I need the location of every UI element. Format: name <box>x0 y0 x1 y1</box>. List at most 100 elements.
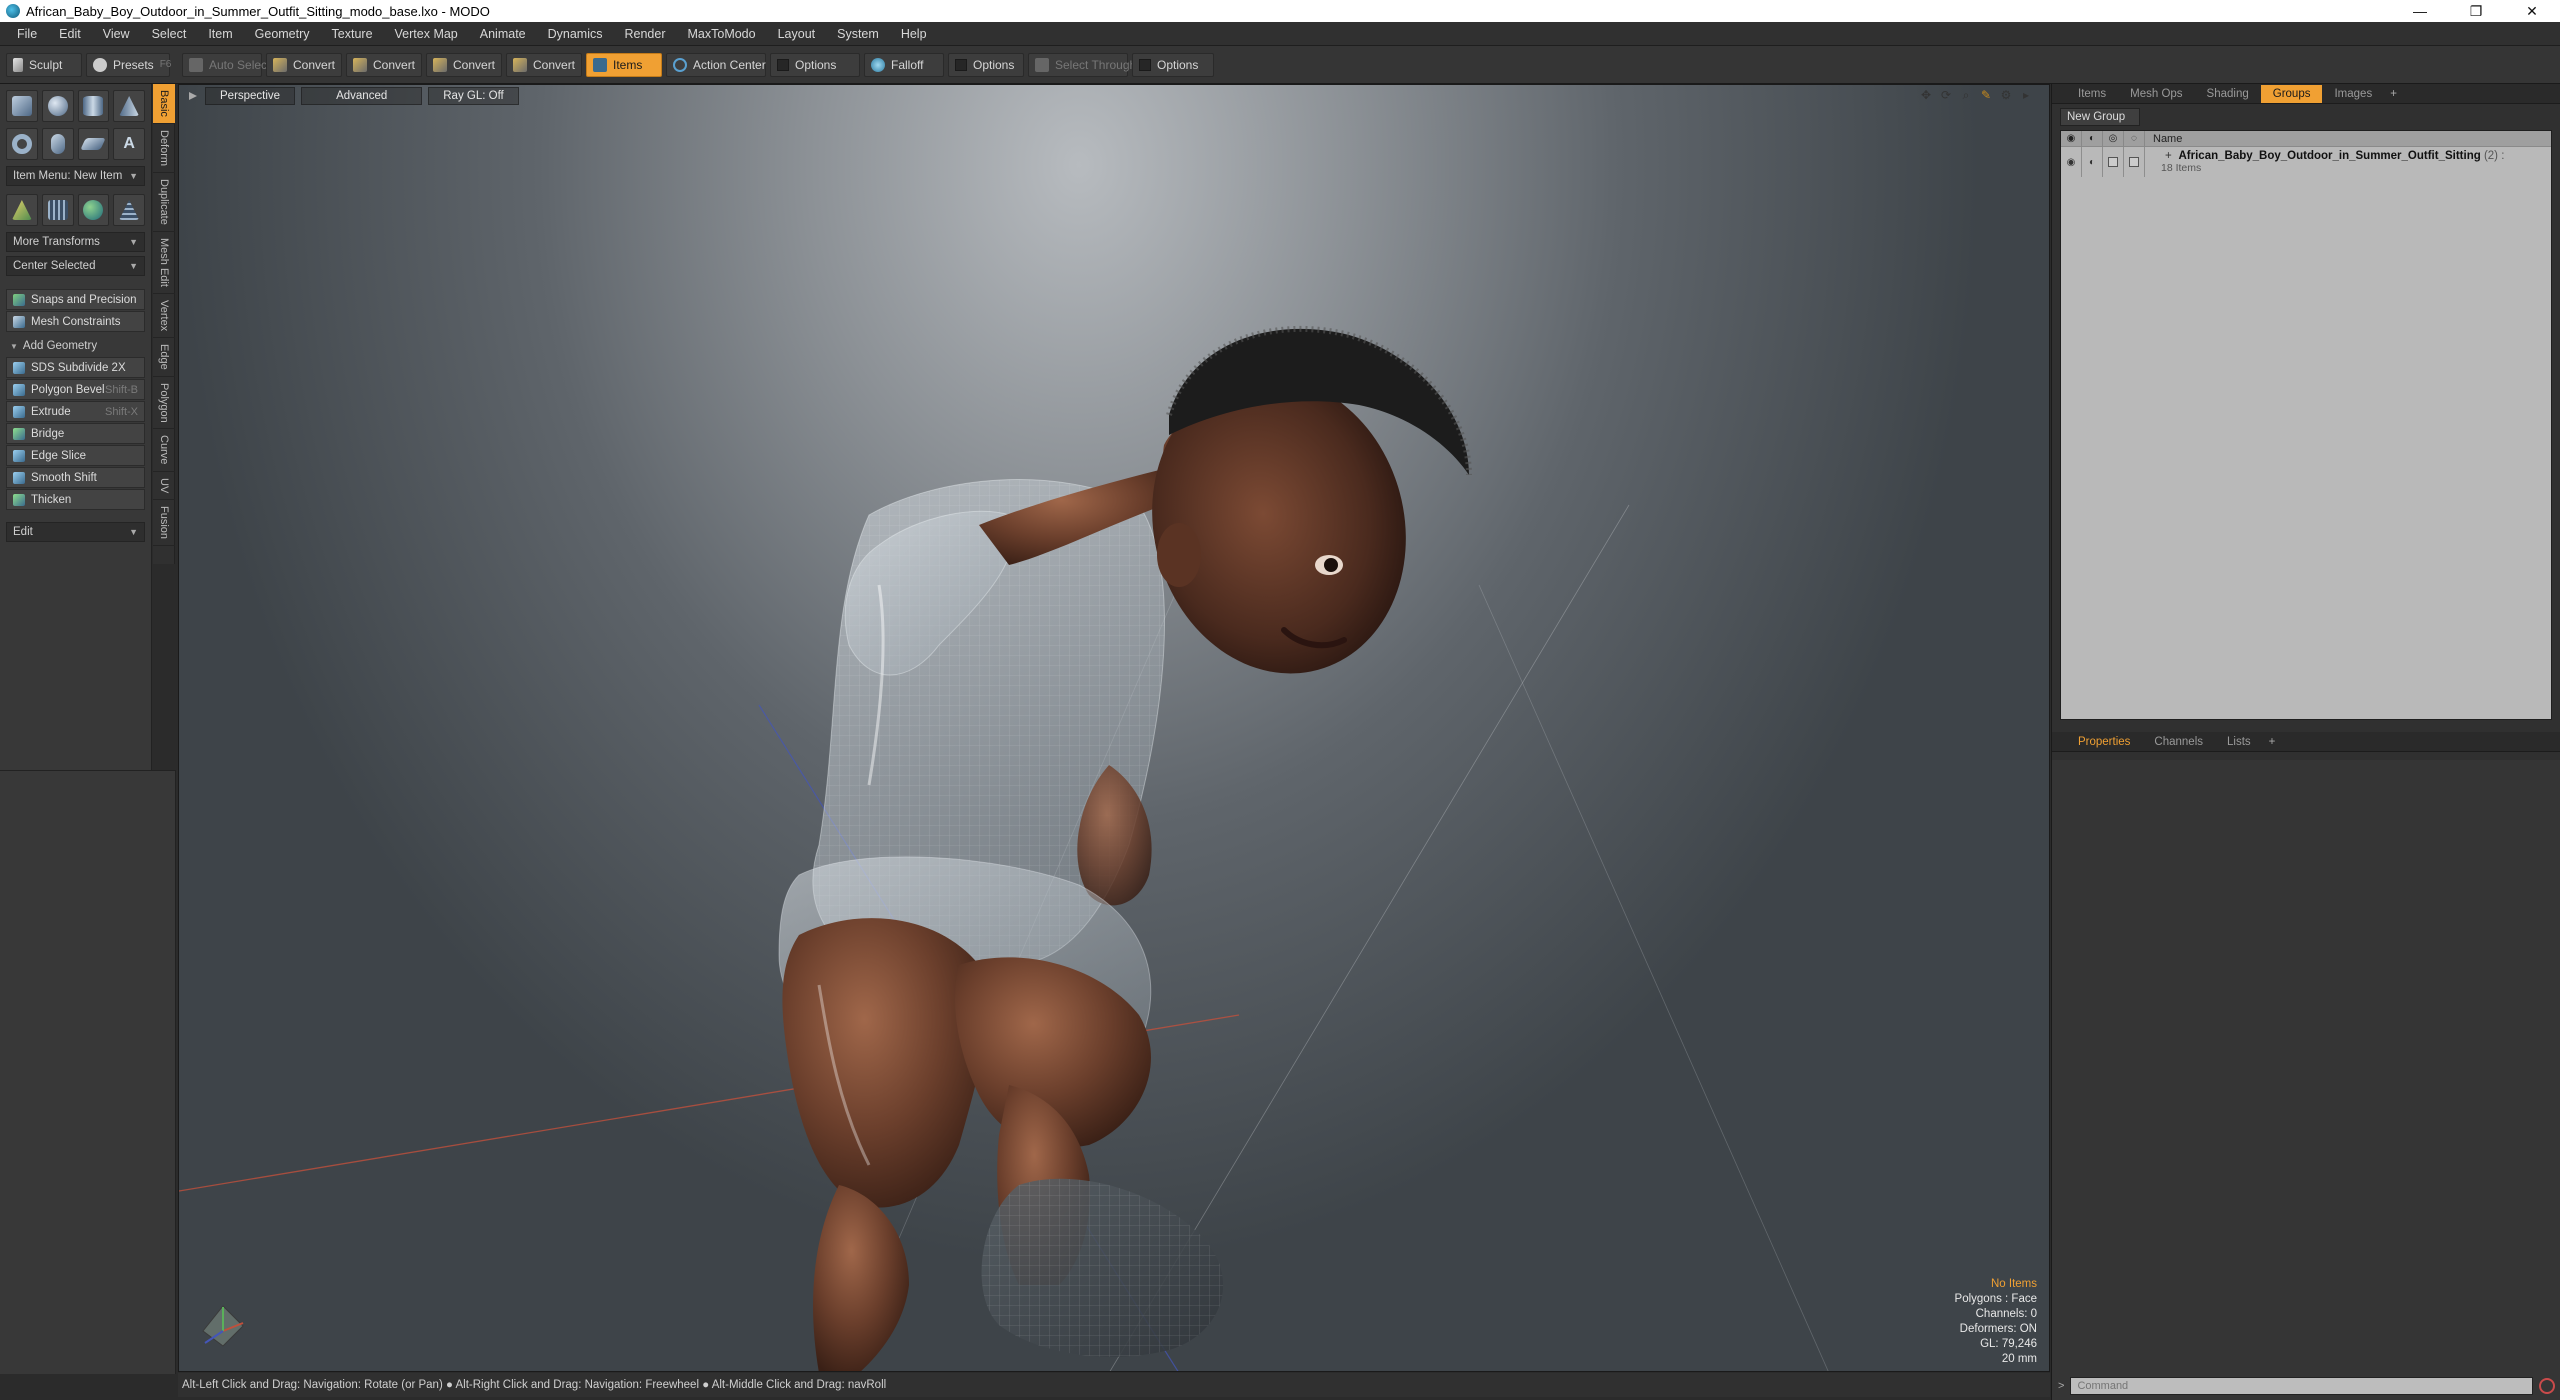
locator-tool[interactable] <box>6 194 38 226</box>
add-prop-tab-button[interactable]: + <box>2263 733 2282 751</box>
tab-mesh-edit[interactable]: Mesh Edit <box>153 232 175 294</box>
sculpt-button[interactable]: Sculpt <box>6 52 82 77</box>
plane-tool[interactable] <box>77 128 110 160</box>
center-selected-dropdown[interactable]: Center Selected ▼ <box>6 256 145 276</box>
menu-render[interactable]: Render <box>614 27 677 41</box>
convert-vertices-button[interactable]: Convert <box>266 52 342 77</box>
maximize-button[interactable]: ❐ <box>2448 0 2504 22</box>
bridge-button[interactable]: Bridge <box>6 423 145 444</box>
select-through-button[interactable]: Select Through <box>1028 52 1136 77</box>
options-checkbox-3[interactable] <box>1139 58 1151 71</box>
tab-uv[interactable]: UV <box>153 472 175 501</box>
options-checkbox-2[interactable] <box>955 58 967 71</box>
polygon-bevel-button[interactable]: Polygon Bevel Shift-B <box>6 379 145 400</box>
lock-toggle[interactable] <box>2103 147 2124 177</box>
tab-images[interactable]: Images <box>2322 85 2384 103</box>
options-button-3[interactable]: Options <box>1132 52 1214 77</box>
falloff-button[interactable]: Falloff <box>864 52 944 77</box>
menu-view[interactable]: View <box>92 27 141 41</box>
tab-groups[interactable]: Groups <box>2260 84 2323 103</box>
convert-materials-button[interactable]: Convert <box>506 52 582 77</box>
menu-geometry[interactable]: Geometry <box>244 27 321 41</box>
lock-checkbox[interactable] <box>2108 157 2118 167</box>
tab-mesh-ops[interactable]: Mesh Ops <box>2118 85 2194 103</box>
options-checkbox-1[interactable] <box>777 58 789 71</box>
menu-animate[interactable]: Animate <box>469 27 537 41</box>
add-tab-button[interactable]: + <box>2384 85 2403 103</box>
mesh-constraints-label: Mesh Constraints <box>31 315 121 328</box>
tab-channels[interactable]: Channels <box>2142 733 2215 751</box>
add-geometry-header[interactable]: ▼ Add Geometry <box>6 336 145 356</box>
expand-plus-icon[interactable]: + <box>2165 150 2172 162</box>
grid-line <box>1478 584 1829 1371</box>
tab-duplicate[interactable]: Duplicate <box>153 173 175 232</box>
options-button-1[interactable]: Options <box>770 52 860 77</box>
tab-basic[interactable]: Basic <box>153 84 175 124</box>
command-input[interactable] <box>2070 1377 2533 1395</box>
edit-dropdown[interactable]: Edit ▼ <box>6 522 145 542</box>
thicken-button[interactable]: Thicken <box>6 489 145 510</box>
menu-edit[interactable]: Edit <box>48 27 92 41</box>
lock-column-icon[interactable]: ◎ <box>2103 130 2124 147</box>
select-checkbox[interactable] <box>2129 157 2139 167</box>
tab-lists[interactable]: Lists <box>2215 733 2263 751</box>
tab-fusion[interactable]: Fusion <box>153 500 175 547</box>
menu-dynamics[interactable]: Dynamics <box>537 27 614 41</box>
tab-edge[interactable]: Edge <box>153 338 175 377</box>
text-tool[interactable]: A <box>113 128 145 160</box>
torus-tool[interactable] <box>6 128 38 160</box>
tab-deform[interactable]: Deform <box>153 124 175 173</box>
select-column-icon[interactable]: ◌ <box>2124 130 2145 147</box>
new-group-button[interactable]: New Group <box>2060 108 2140 126</box>
menu-file[interactable]: File <box>6 27 48 41</box>
menu-item[interactable]: Item <box>197 27 243 41</box>
tab-polygon[interactable]: Polygon <box>153 377 175 430</box>
more-transforms-dropdown[interactable]: More Transforms ▼ <box>6 232 145 252</box>
options-label-1: Options <box>795 57 837 72</box>
mesh-constraints-button[interactable]: Mesh Constraints <box>6 311 145 332</box>
visibility-eye-icon[interactable]: ◉ <box>2061 147 2082 177</box>
capsule-tool[interactable] <box>41 128 74 160</box>
select-toggle[interactable] <box>2124 147 2145 177</box>
action-center-button[interactable]: Action Center <box>666 52 766 77</box>
menu-layout[interactable]: Layout <box>767 27 827 41</box>
render-toggle-icon[interactable]: ◐ <box>2082 147 2103 177</box>
render-column-icon[interactable]: ◐ <box>2082 130 2103 147</box>
convert-polygons-button[interactable]: Convert <box>426 52 502 77</box>
cylinder-tool[interactable] <box>77 90 110 122</box>
tab-curve[interactable]: Curve <box>153 429 175 472</box>
extrude-button[interactable]: Extrude Shift-X <box>6 401 145 422</box>
3d-viewport[interactable]: Perspective Advanced Ray GL: Off ✥ ⟳ ⌕ ✎… <box>178 84 2050 1372</box>
tab-shading[interactable]: Shading <box>2195 85 2261 103</box>
cone-tool[interactable] <box>113 90 145 122</box>
group-row[interactable]: ◉ ◐ + African_Baby_Boy_Outdoor_in_Summer… <box>2061 147 2551 177</box>
grid-tool[interactable] <box>41 194 74 226</box>
menu-help[interactable]: Help <box>890 27 938 41</box>
menu-system[interactable]: System <box>826 27 890 41</box>
sphere-tool[interactable] <box>41 90 74 122</box>
sds-subdivide-button[interactable]: SDS Subdivide 2X <box>6 357 145 378</box>
minimize-button[interactable]: — <box>2392 0 2448 22</box>
globe-tool[interactable] <box>77 194 110 226</box>
tab-items[interactable]: Items <box>2066 85 2118 103</box>
pyramid-tool[interactable] <box>113 194 145 226</box>
menu-select[interactable]: Select <box>141 27 198 41</box>
snaps-precision-button[interactable]: Snaps and Precision <box>6 289 145 310</box>
options-button-2[interactable]: Options <box>948 52 1024 77</box>
item-menu-dropdown[interactable]: Item Menu: New Item ▼ <box>6 166 145 186</box>
command-history-icon[interactable] <box>2539 1378 2555 1394</box>
cube-tool[interactable] <box>6 90 38 122</box>
tab-vertex[interactable]: Vertex <box>153 294 175 338</box>
menu-texture[interactable]: Texture <box>321 27 384 41</box>
auto-select-button[interactable]: Auto Select <box>182 52 270 77</box>
close-button[interactable]: ✕ <box>2504 0 2560 22</box>
visibility-column-icon[interactable]: ◉ <box>2061 130 2082 147</box>
menu-maxtomodo[interactable]: MaxToModo <box>677 27 767 41</box>
presets-button[interactable]: Presets F6 <box>86 52 171 77</box>
edge-slice-button[interactable]: Edge Slice <box>6 445 145 466</box>
convert-edges-button[interactable]: Convert <box>346 52 422 77</box>
items-mode-button[interactable]: Items <box>586 52 662 77</box>
menu-vertex-map[interactable]: Vertex Map <box>384 27 469 41</box>
smooth-shift-button[interactable]: Smooth Shift <box>6 467 145 488</box>
tab-properties[interactable]: Properties <box>2066 733 2142 751</box>
